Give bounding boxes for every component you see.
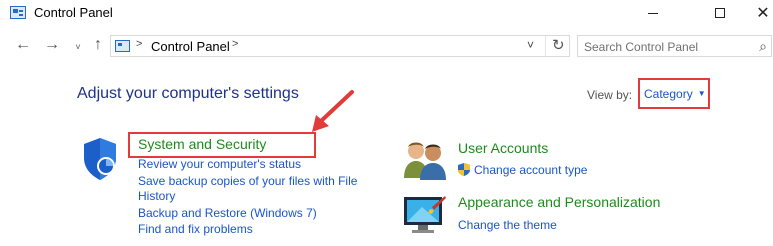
refresh-icon[interactable]: ↻ (545, 36, 565, 56)
maximize-icon (715, 8, 725, 18)
arrow-left-icon: ← (15, 36, 31, 53)
appearance-personalization-icon[interactable] (402, 193, 447, 238)
up-button[interactable]: ↑ (89, 36, 107, 54)
system-security-shield-icon[interactable] (80, 136, 120, 182)
file-history-link[interactable]: Save backup copies of your files with Fi… (138, 174, 357, 188)
uac-shield-icon (458, 163, 470, 176)
find-fix-problems-link[interactable]: Find and fix problems (138, 222, 253, 236)
breadcrumb-separator-icon[interactable]: > (232, 38, 238, 50)
file-history-link-continued[interactable]: History (138, 189, 175, 203)
review-status-link[interactable]: Review your computer's status (138, 157, 301, 171)
change-theme-link[interactable]: Change the theme (458, 218, 557, 232)
page-heading: Adjust your computer's settings (77, 85, 299, 102)
search-box[interactable]: ⌕ (577, 35, 772, 58)
user-accounts-link[interactable]: User Accounts (458, 140, 548, 156)
view-by-label: View by: (587, 88, 633, 102)
breadcrumb-separator-icon[interactable]: > (136, 38, 142, 50)
chevron-down-icon: ˅ (75, 42, 81, 52)
caret-down-icon: ▼ (697, 89, 706, 98)
navigation-bar: ← → ˅ ↑ > Control Panel > ˅ ↻ ⌕ (0, 32, 773, 58)
arrow-up-icon: ↑ (94, 36, 102, 53)
arrow-right-icon: → (44, 36, 60, 53)
minimize-icon (648, 12, 658, 14)
close-icon: ✕ (756, 5, 770, 22)
control-panel-icon (10, 6, 26, 19)
close-button[interactable]: ✕ (740, 0, 773, 26)
title-bar: Control Panel ✕ (0, 0, 773, 26)
minimize-button[interactable] (630, 0, 676, 26)
control-panel-icon (115, 40, 130, 52)
recent-locations-button[interactable]: ˅ (69, 38, 87, 56)
search-input[interactable] (578, 36, 756, 58)
annotation-arrow-icon (312, 90, 354, 132)
back-button[interactable]: ← (14, 36, 32, 54)
change-account-type-link[interactable]: Change account type (474, 163, 587, 177)
breadcrumb-control-panel[interactable]: Control Panel (151, 39, 230, 54)
view-by-dropdown[interactable]: Category ▼ (638, 78, 710, 109)
view-by-value: Category (644, 86, 693, 101)
address-bar[interactable]: > Control Panel > ˅ ↻ (110, 35, 570, 57)
maximize-button[interactable] (697, 0, 743, 26)
system-and-security-link[interactable]: System and Security (138, 136, 266, 152)
appearance-personalization-link[interactable]: Appearance and Personalization (458, 194, 660, 210)
backup-restore-link[interactable]: Backup and Restore (Windows 7) (138, 206, 317, 220)
window-title: Control Panel (34, 5, 113, 20)
search-icon[interactable]: ⌕ (759, 38, 767, 55)
forward-button[interactable]: → (43, 36, 61, 54)
address-dropdown-icon[interactable]: ˅ (527, 38, 534, 52)
user-accounts-icon[interactable] (402, 138, 447, 180)
